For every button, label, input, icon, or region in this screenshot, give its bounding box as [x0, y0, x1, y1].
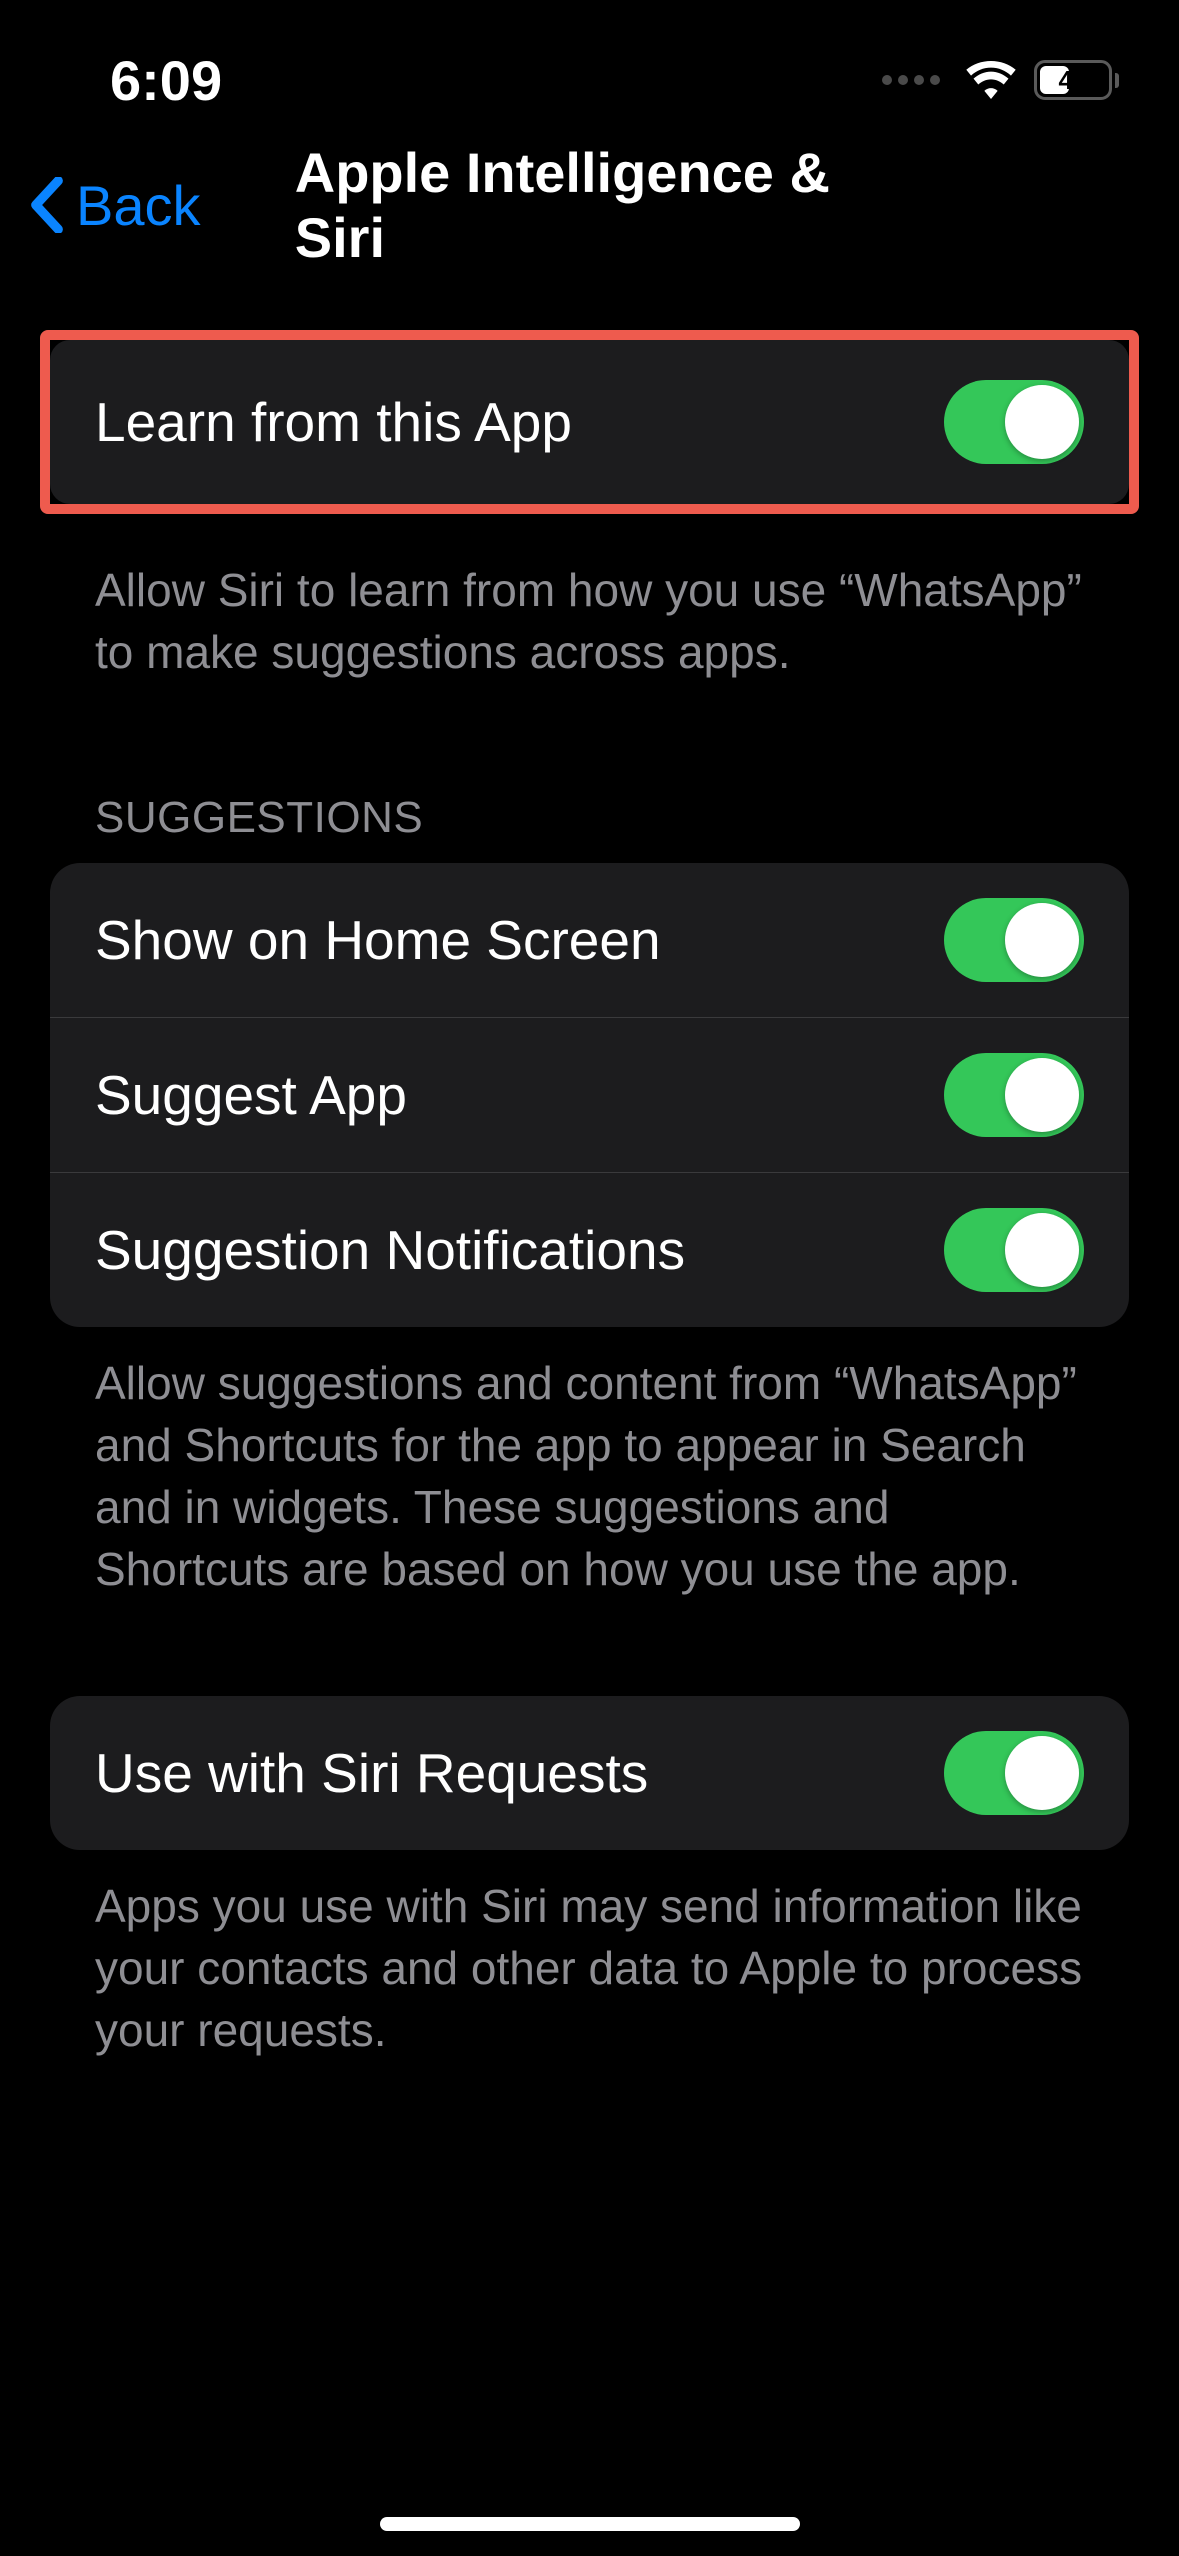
highlight-annotation: Learn from this App: [40, 330, 1139, 514]
suggestion-notifications-row[interactable]: Suggestion Notifications: [50, 1172, 1129, 1327]
status-bar: 6:09 44: [0, 0, 1179, 140]
recording-indicator-dots: [882, 75, 940, 85]
use-with-siri-row[interactable]: Use with Siri Requests: [50, 1696, 1129, 1850]
battery-percent: 44: [1037, 65, 1109, 96]
suggestions-footer: Allow suggestions and content from “What…: [50, 1327, 1129, 1600]
battery-indicator: 44: [1034, 60, 1119, 100]
learn-from-app-row[interactable]: Learn from this App: [50, 340, 1129, 504]
status-time: 6:09: [110, 48, 222, 113]
use-with-siri-toggle[interactable]: [944, 1731, 1084, 1815]
learn-footer: Allow Siri to learn from how you use “Wh…: [50, 534, 1129, 683]
learn-section: Learn from this App: [50, 340, 1129, 504]
chevron-left-icon: [30, 177, 64, 233]
show-on-home-screen-toggle[interactable]: [944, 898, 1084, 982]
back-button[interactable]: Back: [30, 173, 201, 238]
learn-from-app-label: Learn from this App: [95, 390, 572, 454]
suggest-app-label: Suggest App: [95, 1063, 407, 1127]
content: Learn from this App Allow Siri to learn …: [0, 270, 1179, 2061]
siri-section: Use with Siri Requests: [50, 1696, 1129, 1850]
status-indicators: 44: [882, 60, 1119, 100]
wifi-icon: [966, 61, 1016, 99]
nav-bar: Back Apple Intelligence & Siri: [0, 140, 1179, 270]
learn-from-app-toggle[interactable]: [944, 380, 1084, 464]
home-indicator[interactable]: [380, 2517, 800, 2531]
suggestion-notifications-toggle[interactable]: [944, 1208, 1084, 1292]
suggest-app-toggle[interactable]: [944, 1053, 1084, 1137]
suggestions-section: Show on Home Screen Suggest App Suggesti…: [50, 863, 1129, 1327]
back-label: Back: [76, 173, 201, 238]
show-on-home-screen-label: Show on Home Screen: [95, 908, 661, 972]
show-on-home-screen-row[interactable]: Show on Home Screen: [50, 863, 1129, 1017]
suggestion-notifications-label: Suggestion Notifications: [95, 1218, 685, 1282]
suggestions-header: SUGGESTIONS: [50, 793, 1129, 863]
suggest-app-row[interactable]: Suggest App: [50, 1017, 1129, 1172]
page-title: Apple Intelligence & Siri: [295, 140, 885, 270]
use-with-siri-label: Use with Siri Requests: [95, 1741, 648, 1805]
siri-footer: Apps you use with Siri may send informat…: [50, 1850, 1129, 2061]
